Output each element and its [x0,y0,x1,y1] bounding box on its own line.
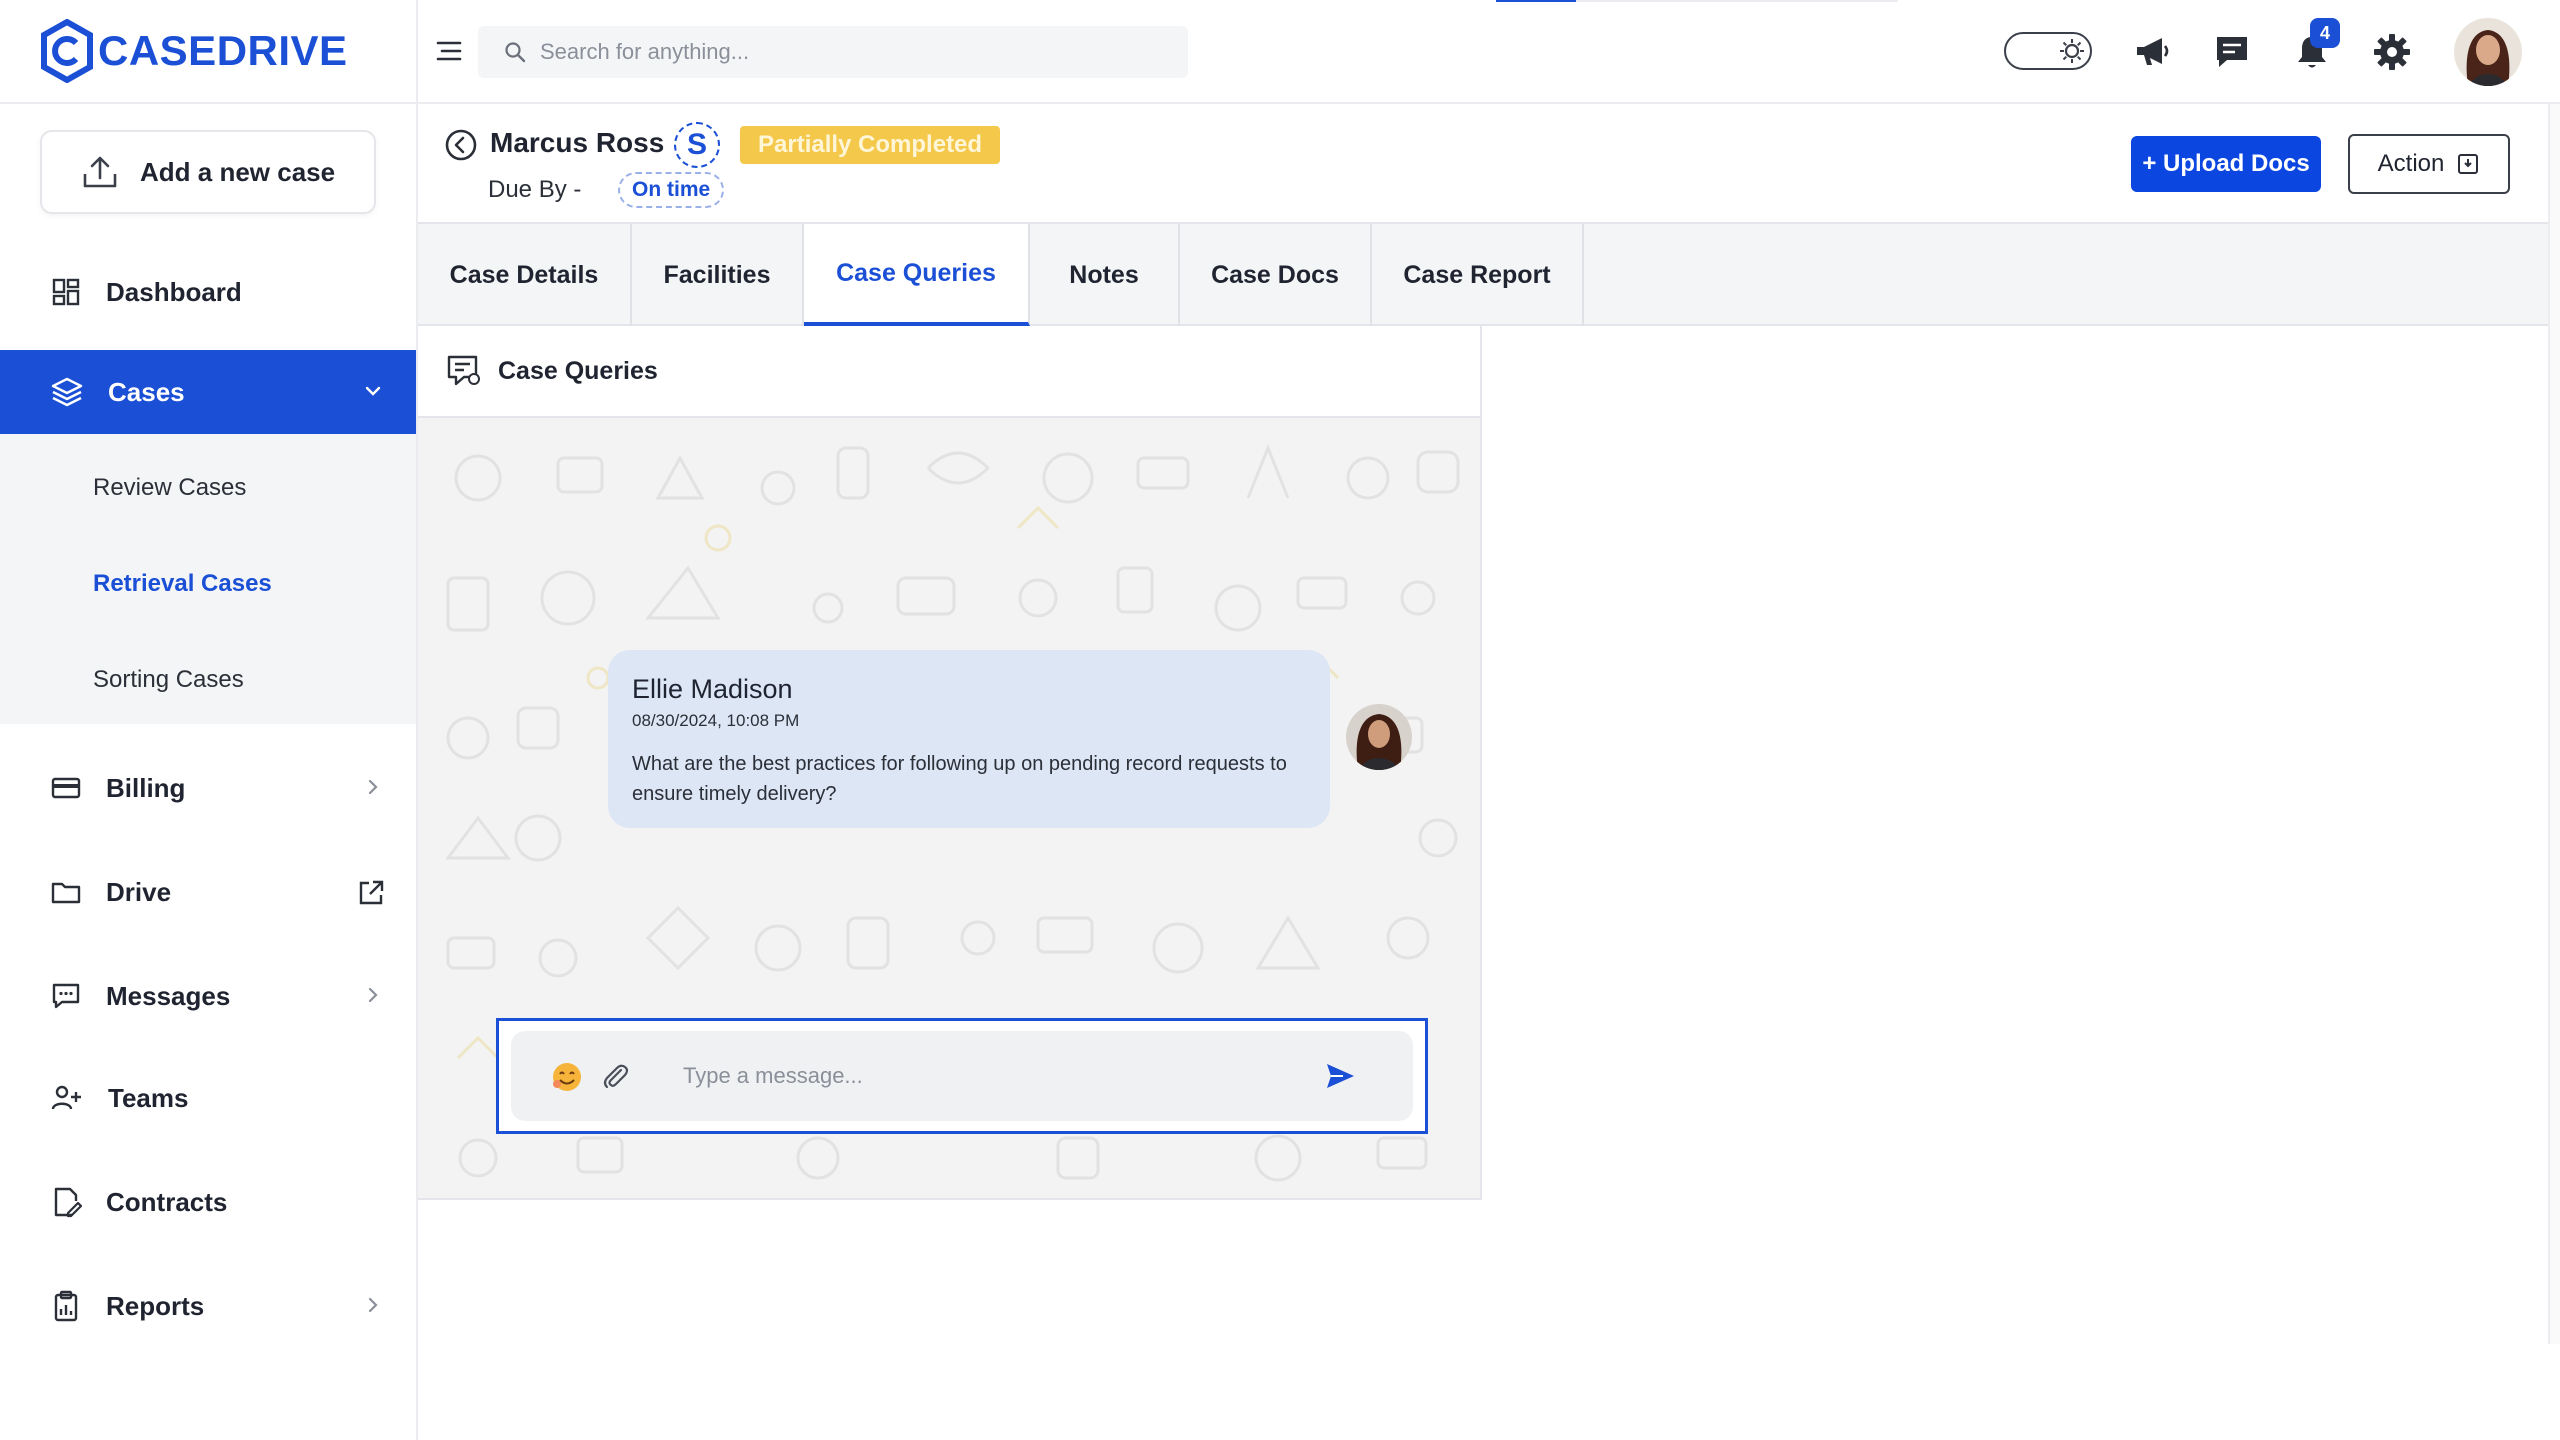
tab-case-details[interactable]: Case Details [418,224,632,326]
announcements-button[interactable] [2130,30,2174,74]
sidebar-subitem-review-cases[interactable]: Review Cases [93,474,246,502]
sidebar-item-dashboard[interactable]: Dashboard [0,250,416,334]
case-queries-panel: Case Queries Ellie Madison 08/30/2024, 1… [418,326,1482,1200]
upload-docs-button[interactable]: + Upload Docs [2131,136,2321,192]
emoji-button[interactable] [547,1056,587,1096]
settings-button[interactable] [2370,30,2414,74]
sidebar-item-reports[interactable]: Reports [0,1264,416,1348]
theme-toggle[interactable] [2004,32,2092,70]
chevron-right-icon [368,987,378,1003]
dashboard-icon [52,278,80,306]
add-new-case-button[interactable]: Add a new case [40,130,376,214]
chat-button[interactable] [2210,30,2254,74]
hexagon-logo-icon [41,19,93,83]
sidebar-item-label: Messages [106,980,231,1011]
card-icon [51,777,81,799]
message-timestamp: 08/30/2024, 10:08 PM [632,711,800,730]
composer-field [511,1031,1413,1121]
due-by-label: Due By - [488,176,582,203]
upload-docs-label: + Upload Docs [2142,150,2310,177]
tab-notes[interactable]: Notes [1030,224,1180,326]
sidebar-item-label: Contracts [106,1186,228,1217]
message-bubble: Ellie Madison 08/30/2024, 10:08 PM What … [608,650,1330,828]
add-new-case-label: Add a new case [140,156,336,187]
search-bar [478,26,1188,78]
query-chat-icon [447,355,480,386]
sidebar-item-cases[interactable]: Cases [0,350,416,434]
case-header: Marcus Ross S Partially Completed Due By… [418,104,2548,222]
message-text: What are the best practices for followin… [632,753,1287,805]
chevron-down-icon [365,386,381,396]
sidebar-item-billing[interactable]: Billing [0,746,416,830]
message-input[interactable] [683,1063,1323,1089]
chat-area: Ellie Madison 08/30/2024, 10:08 PM What … [418,418,1480,1198]
emoji-icon [553,1063,581,1091]
tab-case-queries[interactable]: Case Queries [804,224,1030,326]
sidebar-item-label: Billing [106,772,186,803]
sidebar-item-teams[interactable]: Teams [0,1056,416,1140]
chevron-right-icon [368,1297,378,1313]
chat-icon [2217,37,2247,67]
megaphone-icon [2137,38,2169,65]
sidebar-item-label: Reports [106,1290,205,1321]
notifications-button[interactable]: 4 [2290,18,2340,74]
send-button[interactable] [1317,1053,1363,1099]
report-icon [54,1290,78,1322]
avatar [1346,704,1412,770]
tab-case-report[interactable]: Case Report [1372,224,1584,326]
brand-name: CASEDRIVE [98,27,348,74]
sidebar-item-label: Drive [106,876,172,907]
casedrive-logo[interactable]: CASEDRIVE [40,16,348,86]
avatar-image [1346,704,1412,770]
sidebar-item-label: Teams [108,1082,189,1113]
message-composer [496,1018,1428,1134]
cases-submenu: Review Cases Retrieval Cases Sorting Cas… [0,434,416,724]
gear-icon [2374,34,2410,70]
divider [0,102,418,104]
sidebar-item-messages[interactable]: Messages [0,954,416,1038]
panel-title: Case Queries [498,356,658,385]
notification-count-badge: 4 [2310,18,2340,48]
team-icon [51,1085,81,1110]
avatar-image [2454,18,2522,86]
case-tabs: Case Details Facilities Case Queries Not… [418,222,2548,326]
due-status-badge: On time [618,172,725,208]
send-icon [1327,1064,1354,1088]
sidebar: CASEDRIVE Add a new case Dashboard Cases… [0,0,418,1440]
action-menu-icon [2458,154,2479,174]
panel-header: Case Queries [418,326,1480,418]
tab-case-docs[interactable]: Case Docs [1180,224,1372,326]
sidebar-item-contracts[interactable]: Contracts [0,1160,416,1244]
action-label: Action [2377,150,2445,177]
chevron-right-icon [368,779,378,795]
folder-icon [51,882,81,904]
contract-icon [54,1187,82,1218]
tab-facilities[interactable]: Facilities [632,224,804,326]
search-icon [505,42,526,63]
sun-icon [2060,39,2084,63]
top-bar: 4 [418,0,2560,104]
hamburger-menu-icon[interactable] [434,36,464,66]
external-link-icon [359,880,384,905]
message-icon [52,983,80,1009]
case-initial-badge: S [674,122,720,168]
sidebar-item-label: Dashboard [106,276,242,307]
attach-button[interactable] [595,1056,635,1096]
status-badge: Partially Completed [740,126,1001,164]
message-author: Ellie Madison [632,674,793,704]
search-input[interactable] [540,39,1140,65]
sidebar-subitem-retrieval-cases[interactable]: Retrieval Cases [93,570,272,598]
upload-icon [83,156,117,188]
page-scrollbar[interactable] [2548,104,2560,1344]
case-patient-name: Marcus Ross [490,127,665,158]
sidebar-item-label: Cases [108,376,185,407]
action-button[interactable]: Action [2348,134,2510,194]
paperclip-icon [603,1064,629,1089]
back-arrow-icon[interactable] [444,128,478,162]
loading-bar [1496,0,1898,2]
layers-icon [51,377,83,407]
user-avatar[interactable] [2454,18,2522,86]
sidebar-subitem-sorting-cases[interactable]: Sorting Cases [93,666,244,694]
sidebar-item-drive[interactable]: Drive [0,850,416,934]
